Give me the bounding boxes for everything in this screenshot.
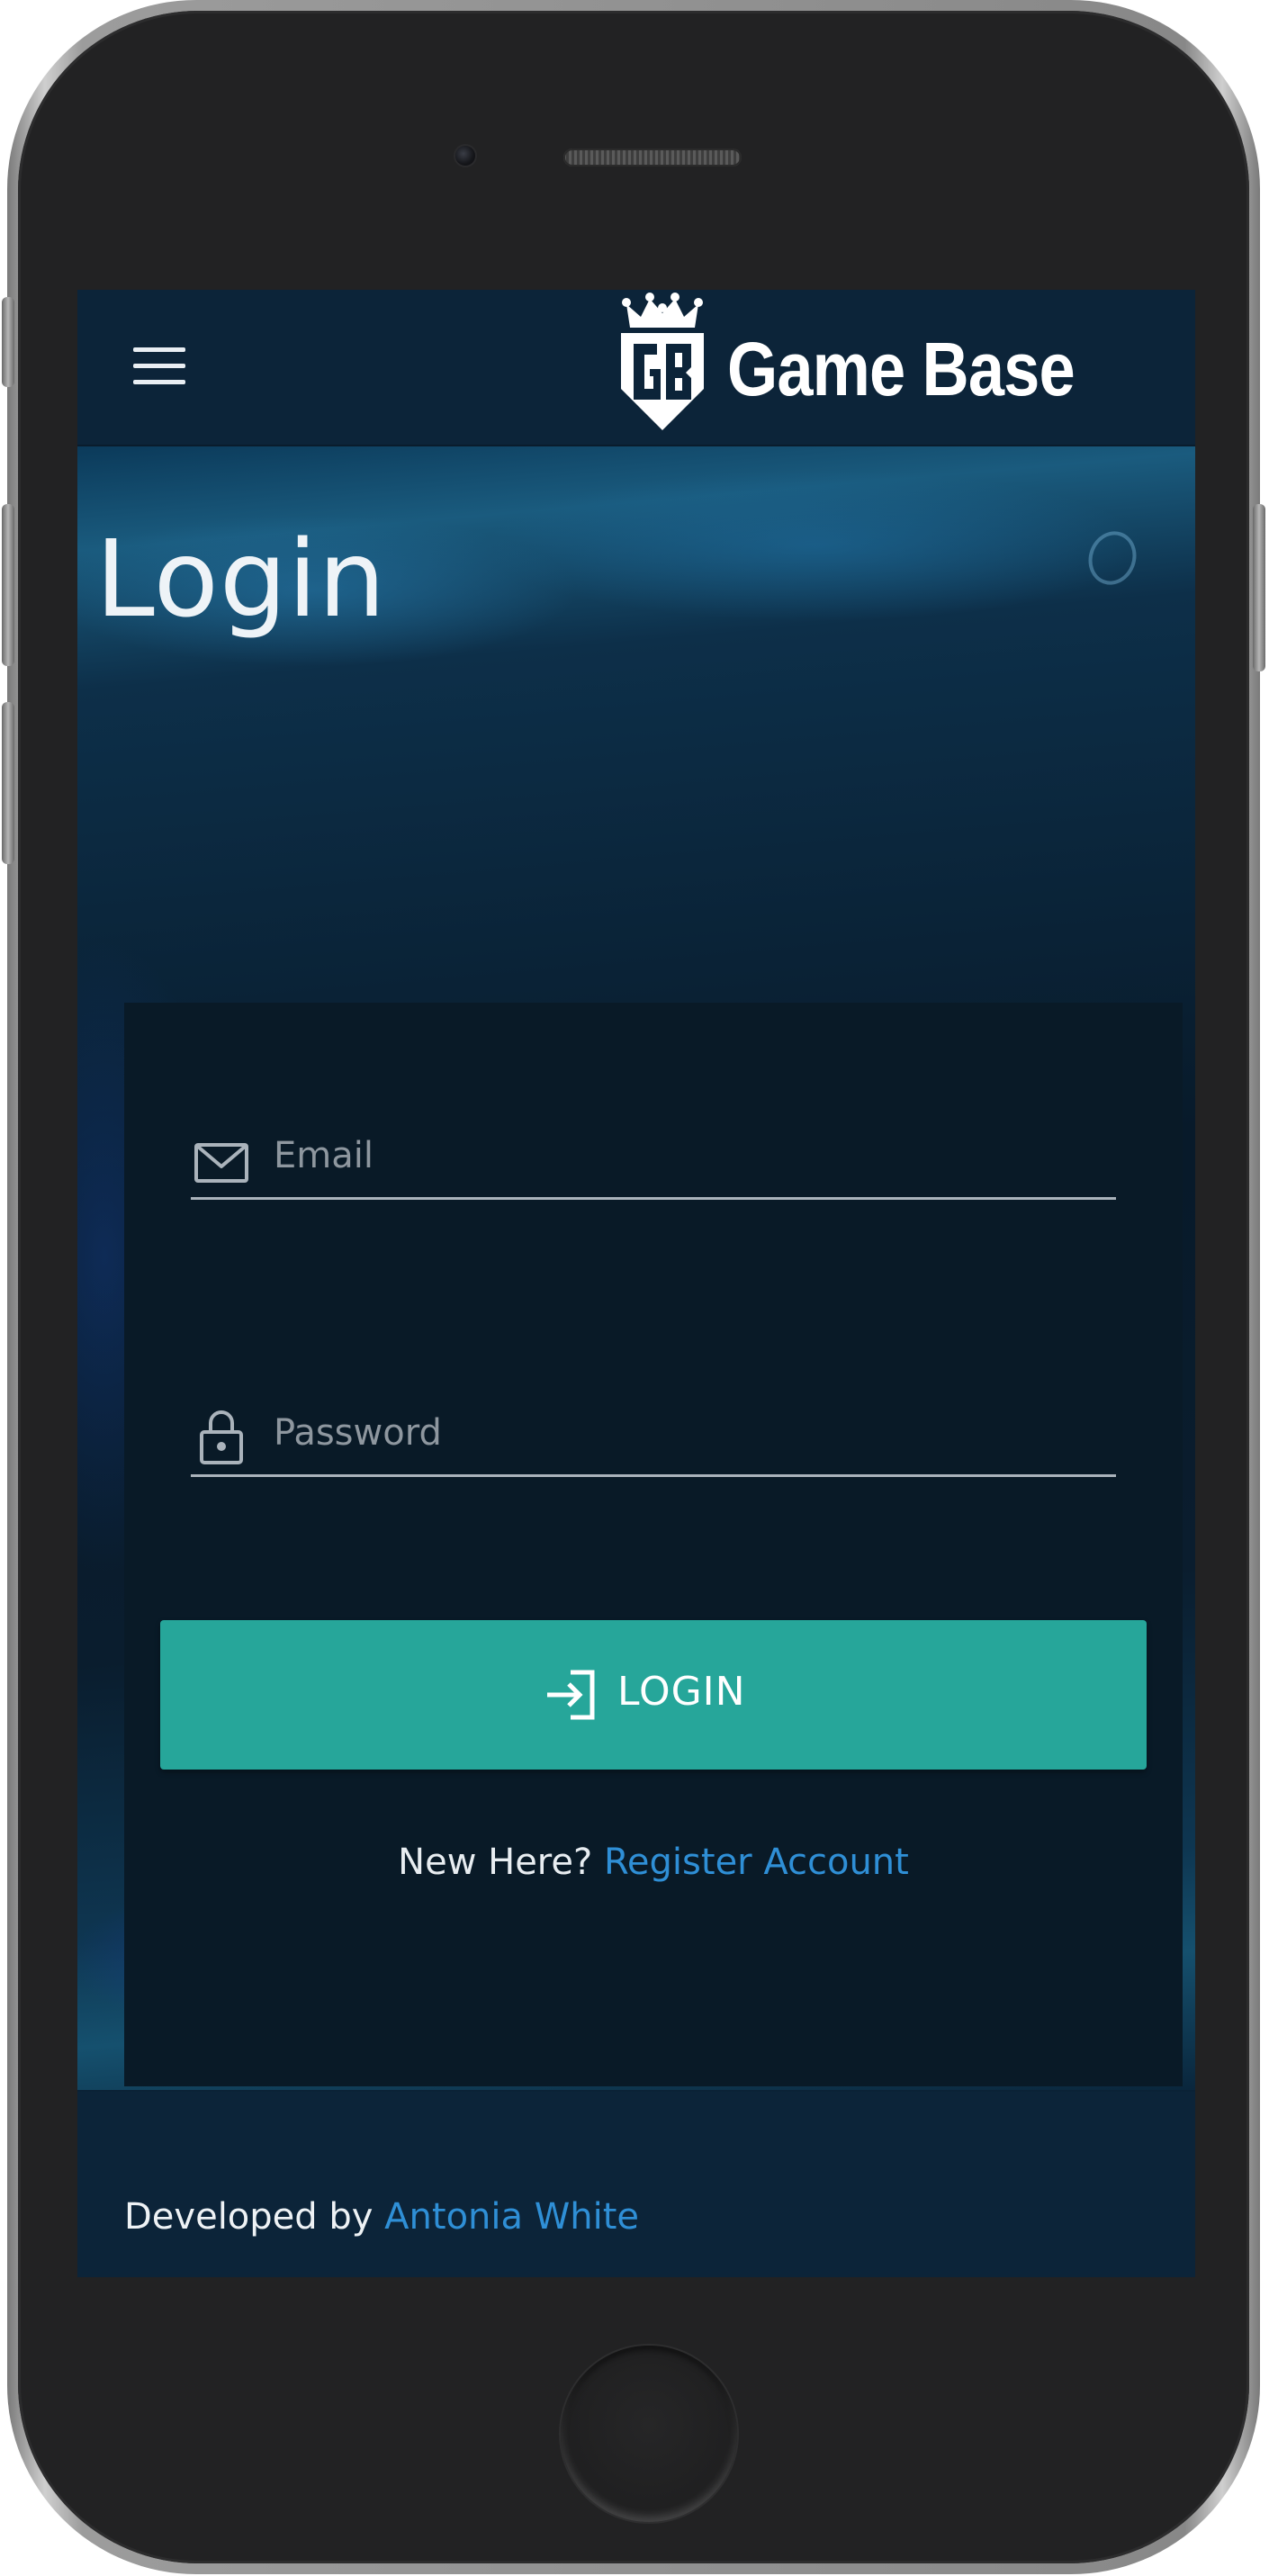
mute-switch xyxy=(2,297,14,387)
earpiece-speaker xyxy=(563,149,742,167)
password-input[interactable] xyxy=(272,1401,1103,1465)
register-prompt-text: New Here? xyxy=(398,1842,593,1883)
email-field[interactable] xyxy=(191,1116,1116,1200)
game-base-logo[interactable] xyxy=(608,290,716,434)
lock-icon xyxy=(200,1410,243,1464)
login-button-label: LOGIN xyxy=(617,1669,746,1715)
volume-down-button xyxy=(2,702,14,864)
footer-prefix: Developed by xyxy=(124,2196,374,2238)
footer-credit: Developed by Antonia White xyxy=(124,2196,639,2238)
register-prompt: New Here? Register Account xyxy=(124,1842,1183,1883)
phone-frame: Game Base Login Email LOGIN New Here? Re… xyxy=(2,0,1265,2574)
brand-name[interactable]: Game Base xyxy=(727,326,1076,413)
login-card: LOGIN New Here? Register Account xyxy=(124,1003,1183,2086)
hero-background: Login Email LOGIN New Here? Register Acc… xyxy=(77,446,1195,2090)
register-account-link[interactable]: Register Account xyxy=(604,1842,909,1883)
power-button xyxy=(1253,504,1265,671)
page-title: Login xyxy=(95,517,387,641)
password-field[interactable] xyxy=(191,1393,1116,1477)
author-link[interactable]: Antonia White xyxy=(384,2196,639,2238)
footer: Developed by Antonia White xyxy=(77,2092,1195,2277)
envelope-icon xyxy=(194,1143,248,1183)
email-input[interactable] xyxy=(272,1123,1103,1188)
screen: Game Base Login Email LOGIN New Here? Re… xyxy=(77,290,1195,2277)
volume-up-button xyxy=(2,504,14,666)
home-button[interactable] xyxy=(561,2346,737,2522)
front-camera xyxy=(455,146,475,166)
hamburger-menu-icon[interactable] xyxy=(133,347,185,385)
background-bubble xyxy=(1081,524,1144,592)
login-button[interactable]: LOGIN xyxy=(160,1620,1147,1770)
login-arrow-icon xyxy=(547,1670,595,1720)
navbar: Game Base xyxy=(77,290,1195,446)
